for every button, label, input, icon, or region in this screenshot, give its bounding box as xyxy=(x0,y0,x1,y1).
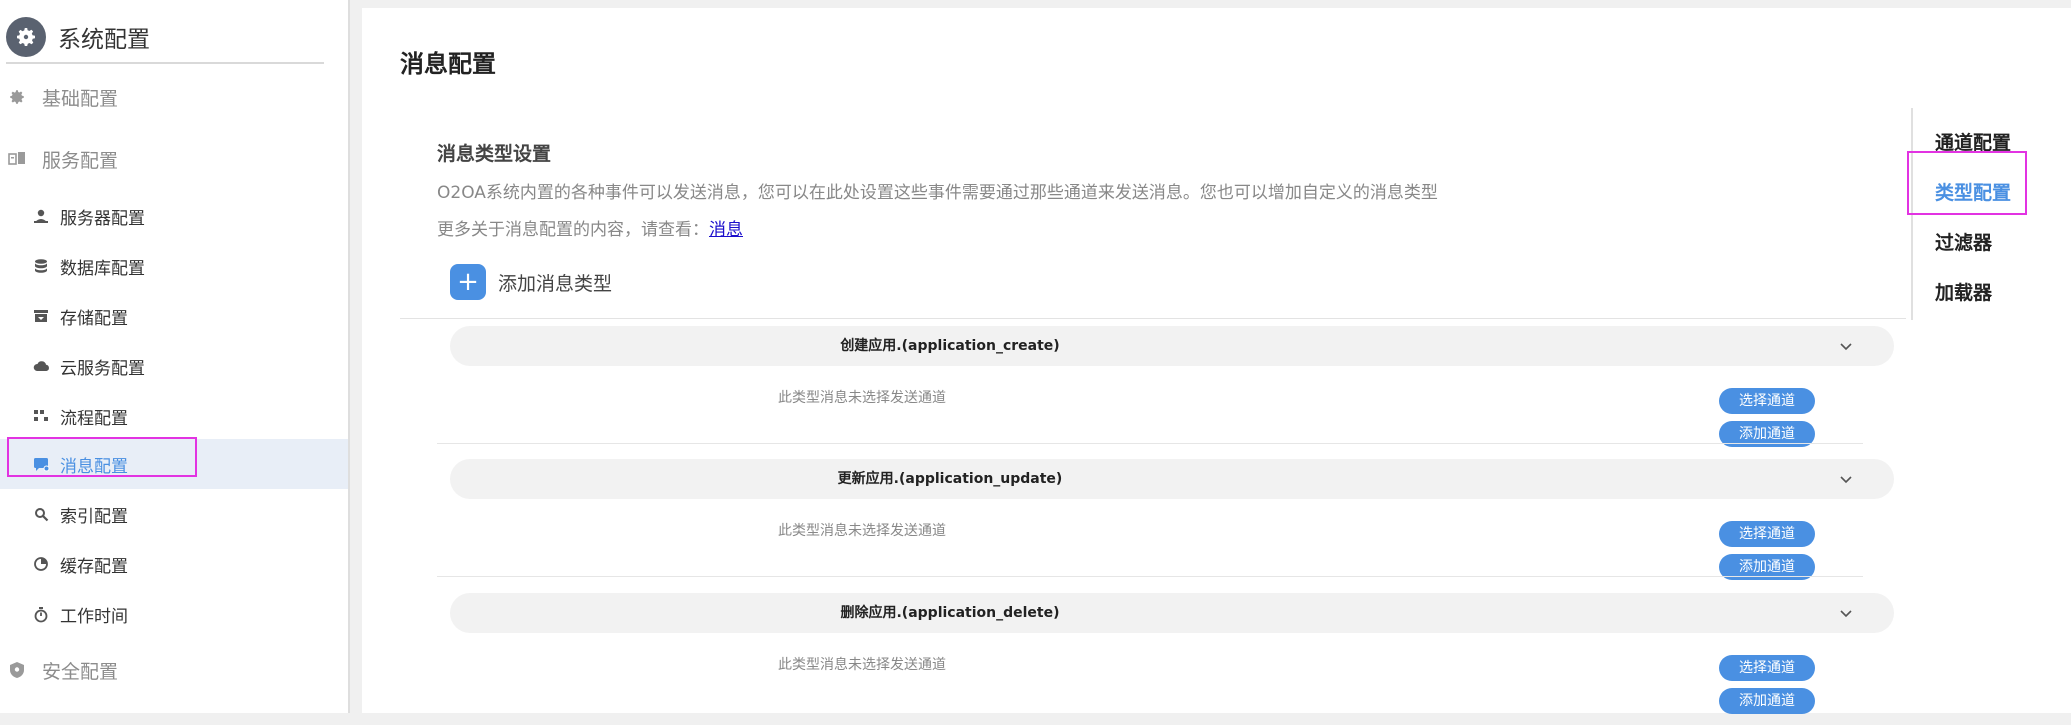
sidebar-item-security[interactable]: 安全配置 xyxy=(0,645,348,695)
page-title: 消息配置 xyxy=(400,50,496,78)
sidebar-item-cache[interactable]: 缓存配置 xyxy=(0,539,348,589)
plus-icon: + xyxy=(450,264,486,300)
anchor-channel-config[interactable]: 通道配置 xyxy=(1935,128,2011,155)
sidebar-item-services[interactable]: 服务配置 xyxy=(0,134,348,184)
search-icon xyxy=(30,503,52,525)
select-channel-button[interactable]: 选择通道 xyxy=(1719,388,1815,414)
add-message-type-button[interactable]: + 添加消息类型 xyxy=(450,264,612,300)
sidebar-item-label: 基础配置 xyxy=(42,87,119,110)
anchor-loader[interactable]: 加载器 xyxy=(1935,278,1992,305)
no-channel-text: 此类型消息未选择发送通道 xyxy=(778,390,946,406)
process-icon xyxy=(30,405,52,427)
message-type-header[interactable]: 创建应用.(application_create) xyxy=(450,326,1894,366)
sidebar-header: 系统配置 xyxy=(6,12,324,64)
sidebar-item-server[interactable]: 服务器配置 xyxy=(0,191,348,241)
more-info-prefix: 更多关于消息配置的内容，请查看： xyxy=(437,220,709,240)
cloud-icon xyxy=(30,355,52,377)
chevron-down-icon xyxy=(1840,476,1852,484)
sidebar-item-process[interactable]: 流程配置 xyxy=(0,391,348,441)
sidebar-item-label: 存储配置 xyxy=(60,308,128,329)
sidebar-item-label: 流程配置 xyxy=(60,408,128,429)
sidebar-item-message[interactable]: 消息配置 xyxy=(0,439,348,489)
sidebar-item-label: 工作时间 xyxy=(60,606,128,627)
sidebar-item-label: 云服务配置 xyxy=(60,358,145,379)
services-icon xyxy=(6,148,28,170)
gear-icon xyxy=(6,86,28,108)
sidebar-item-label: 数据库配置 xyxy=(60,258,145,279)
message-icon xyxy=(30,453,52,475)
pie-icon xyxy=(30,553,52,575)
sidebar: 系统配置 基础配置 服务配置 服务器配置 数据库配置 存储配置 云服务配置 流程… xyxy=(0,0,350,713)
sidebar-item-label: 安全配置 xyxy=(42,660,119,683)
sidebar-item-index[interactable]: 索引配置 xyxy=(0,489,348,539)
settings-gear-icon xyxy=(6,17,46,57)
main-panel: 消息配置 消息类型设置 O2OA系统内置的各种事件可以发送消息，您可以在此处设置… xyxy=(362,8,2071,714)
message-type-name: 删除应用.(application_delete) xyxy=(840,605,1060,621)
section-title: 消息类型设置 xyxy=(437,143,552,165)
shield-icon xyxy=(6,659,28,681)
sidebar-item-worktime[interactable]: 工作时间 xyxy=(0,589,348,639)
message-type-item: 创建应用.(application_create) 此类型消息未选择发送通道 选… xyxy=(362,326,1922,458)
sidebar-item-label: 索引配置 xyxy=(60,506,128,527)
message-type-item: 更新应用.(application_update) 此类型消息未选择发送通道 选… xyxy=(362,459,1922,591)
message-type-name: 创建应用.(application_create) xyxy=(840,338,1060,354)
no-channel-text: 此类型消息未选择发送通道 xyxy=(778,523,946,539)
sidebar-item-database[interactable]: 数据库配置 xyxy=(0,241,348,291)
message-type-header[interactable]: 更新应用.(application_update) xyxy=(450,459,1894,499)
add-channel-button[interactable]: 添加通道 xyxy=(1719,688,1815,714)
anchor-type-config[interactable]: 类型配置 xyxy=(1935,178,2011,205)
no-channel-text: 此类型消息未选择发送通道 xyxy=(778,657,946,673)
sidebar-title: 系统配置 xyxy=(58,27,150,53)
message-doc-link[interactable]: 消息 xyxy=(709,220,743,240)
divider xyxy=(400,318,1906,319)
database-icon xyxy=(30,255,52,277)
section-description: O2OA系统内置的各种事件可以发送消息，您可以在此处设置这些事件需要通过那些通道… xyxy=(437,183,1438,203)
chevron-down-icon xyxy=(1840,610,1852,618)
sidebar-item-label: 服务配置 xyxy=(42,149,119,172)
sidebar-item-label: 消息配置 xyxy=(60,456,128,477)
divider xyxy=(437,576,1863,577)
message-type-header[interactable]: 删除应用.(application_delete) xyxy=(450,593,1894,633)
stopwatch-icon xyxy=(30,603,52,625)
anchor-filter[interactable]: 过滤器 xyxy=(1935,228,1992,255)
sidebar-item-label: 缓存配置 xyxy=(60,556,128,577)
more-info-text: 更多关于消息配置的内容，请查看：消息 xyxy=(437,215,743,240)
select-channel-button[interactable]: 选择通道 xyxy=(1719,521,1815,547)
select-channel-button[interactable]: 选择通道 xyxy=(1719,655,1815,681)
message-type-name: 更新应用.(application_update) xyxy=(837,471,1063,487)
right-anchor-nav: 通道配置 类型配置 过滤器 加载器 xyxy=(1911,108,2063,320)
sidebar-item-cloud[interactable]: 云服务配置 xyxy=(0,341,348,391)
sidebar-item-storage[interactable]: 存储配置 xyxy=(0,291,348,341)
chevron-down-icon xyxy=(1840,343,1852,351)
sidebar-item-basic[interactable]: 基础配置 xyxy=(0,72,348,122)
add-message-type-label: 添加消息类型 xyxy=(498,272,613,295)
message-type-item: 删除应用.(application_delete) 此类型消息未选择发送通道 选… xyxy=(362,593,1922,725)
sidebar-item-label: 服务器配置 xyxy=(60,208,145,229)
divider xyxy=(437,443,1863,444)
server-icon xyxy=(30,205,52,227)
storage-icon xyxy=(30,305,52,327)
